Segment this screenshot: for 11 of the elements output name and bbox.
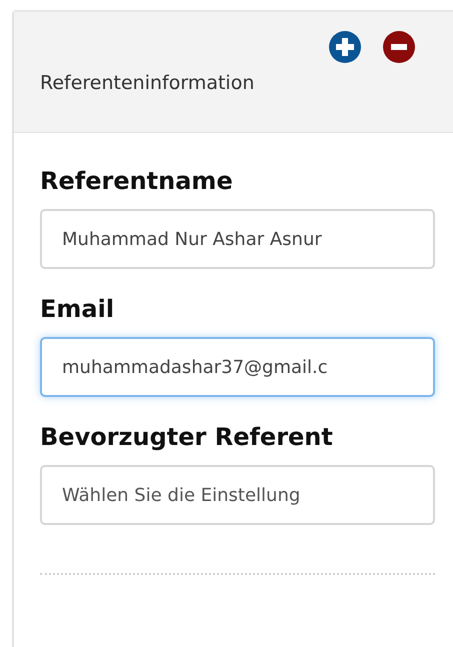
plus-circle-icon <box>328 30 362 64</box>
field-label: Email <box>40 295 116 323</box>
add-button[interactable] <box>328 30 362 64</box>
input-field[interactable]: Muhammad Nur Ashar Asnur <box>40 209 435 269</box>
field-label: Bevorzugter Referent <box>40 423 334 451</box>
field-label: Referentname <box>40 167 234 195</box>
input-field[interactable]: Wählen Sie die Einstellung <box>40 465 435 525</box>
panel-title: Referenteninformation <box>40 72 256 94</box>
remove-button[interactable] <box>382 30 416 64</box>
minus-circle-icon <box>382 30 416 64</box>
input-field[interactable]: muhammadashar37@gmail.c <box>40 337 435 397</box>
